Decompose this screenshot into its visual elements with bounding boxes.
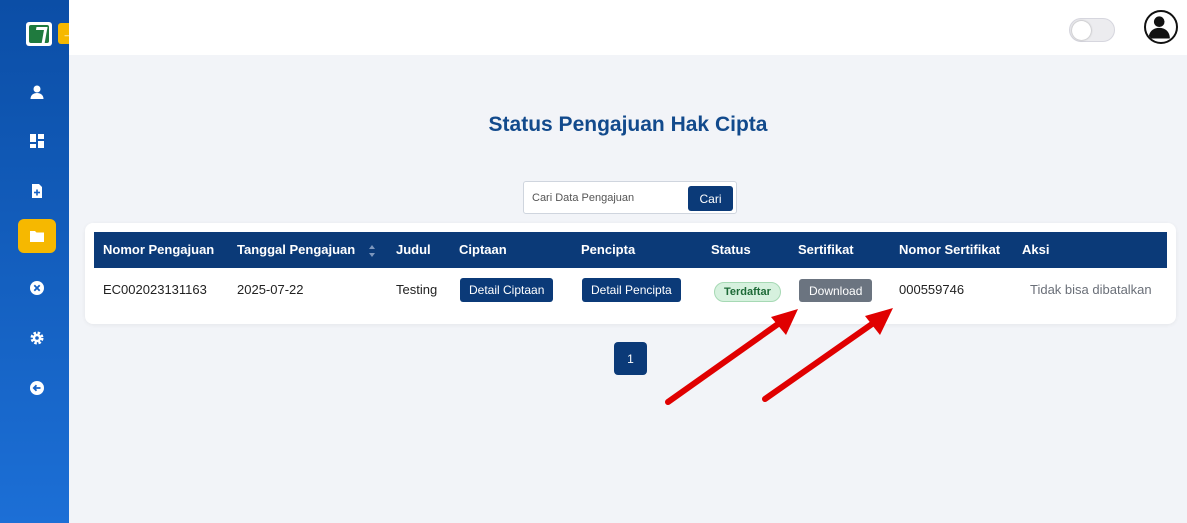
column-header-nomor-sertifikat: Nomor Sertifikat: [899, 242, 1001, 257]
pagination-page-button[interactable]: 1: [614, 342, 647, 375]
sort-icon[interactable]: [368, 244, 376, 258]
column-header-ciptaan: Ciptaan: [459, 242, 507, 257]
logout-icon: [30, 381, 44, 395]
folder-icon: [30, 231, 44, 242]
sidebar-item-profile[interactable]: [18, 75, 56, 109]
cell-nomor-pengajuan: EC002023131163: [103, 282, 207, 297]
detail-pencipta-button[interactable]: Detail Pencipta: [582, 278, 681, 302]
download-certificate-button[interactable]: Download: [799, 279, 873, 302]
close-circle-icon: [30, 281, 44, 295]
sidebar-item-logout[interactable]: [18, 371, 56, 405]
search-bar: Cari: [523, 181, 737, 214]
table-header: Nomor Pengajuan Tanggal Pengajuan Judul …: [94, 232, 1167, 268]
column-header-pencipta: Pencipta: [581, 242, 636, 257]
search-button[interactable]: Cari: [688, 186, 733, 211]
user-icon: [30, 85, 44, 99]
gear-icon: [30, 331, 44, 345]
column-header-judul: Judul: [396, 242, 431, 257]
cell-aksi: Tidak bisa dibatalkan: [1030, 282, 1152, 297]
sidebar: [0, 0, 69, 523]
sidebar-item-dashboard[interactable]: [18, 124, 56, 158]
cell-tanggal-pengajuan: 2025-07-22: [237, 282, 304, 297]
detail-ciptaan-button[interactable]: Detail Ciptaan: [460, 278, 554, 302]
user-avatar-icon: [1148, 16, 1170, 39]
cell-judul: Testing: [396, 282, 438, 297]
column-header-sertifikat: Sertifikat: [798, 242, 854, 257]
sidebar-item-new-submission[interactable]: [18, 174, 56, 208]
dashboard-icon: [30, 134, 44, 148]
switch-knob: [1072, 21, 1091, 40]
sidebar-item-settings[interactable]: [18, 321, 56, 355]
search-input[interactable]: [532, 188, 682, 208]
topbar: [69, 0, 1187, 55]
submission-table-card: Nomor Pengajuan Tanggal Pengajuan Judul …: [85, 223, 1176, 324]
cell-nomor-sertifikat: 000559746: [899, 282, 965, 297]
column-header-tanggal-pengajuan[interactable]: Tanggal Pengajuan: [237, 232, 355, 268]
theme-toggle-switch[interactable]: [1069, 18, 1115, 42]
sidebar-item-cancellation[interactable]: [18, 271, 56, 305]
column-header-aksi: Aksi: [1022, 242, 1050, 257]
status-badge: Terdaftar: [714, 282, 781, 302]
app-logo[interactable]: [26, 22, 52, 46]
column-header-nomor-pengajuan: Nomor Pengajuan: [103, 242, 215, 257]
file-add-icon: [32, 184, 42, 198]
column-header-status: Status: [711, 242, 751, 257]
sidebar-item-submission-status[interactable]: [18, 219, 56, 253]
profile-avatar-button[interactable]: [1144, 10, 1178, 44]
page-title: Status Pengajuan Hak Cipta: [488, 113, 768, 136]
